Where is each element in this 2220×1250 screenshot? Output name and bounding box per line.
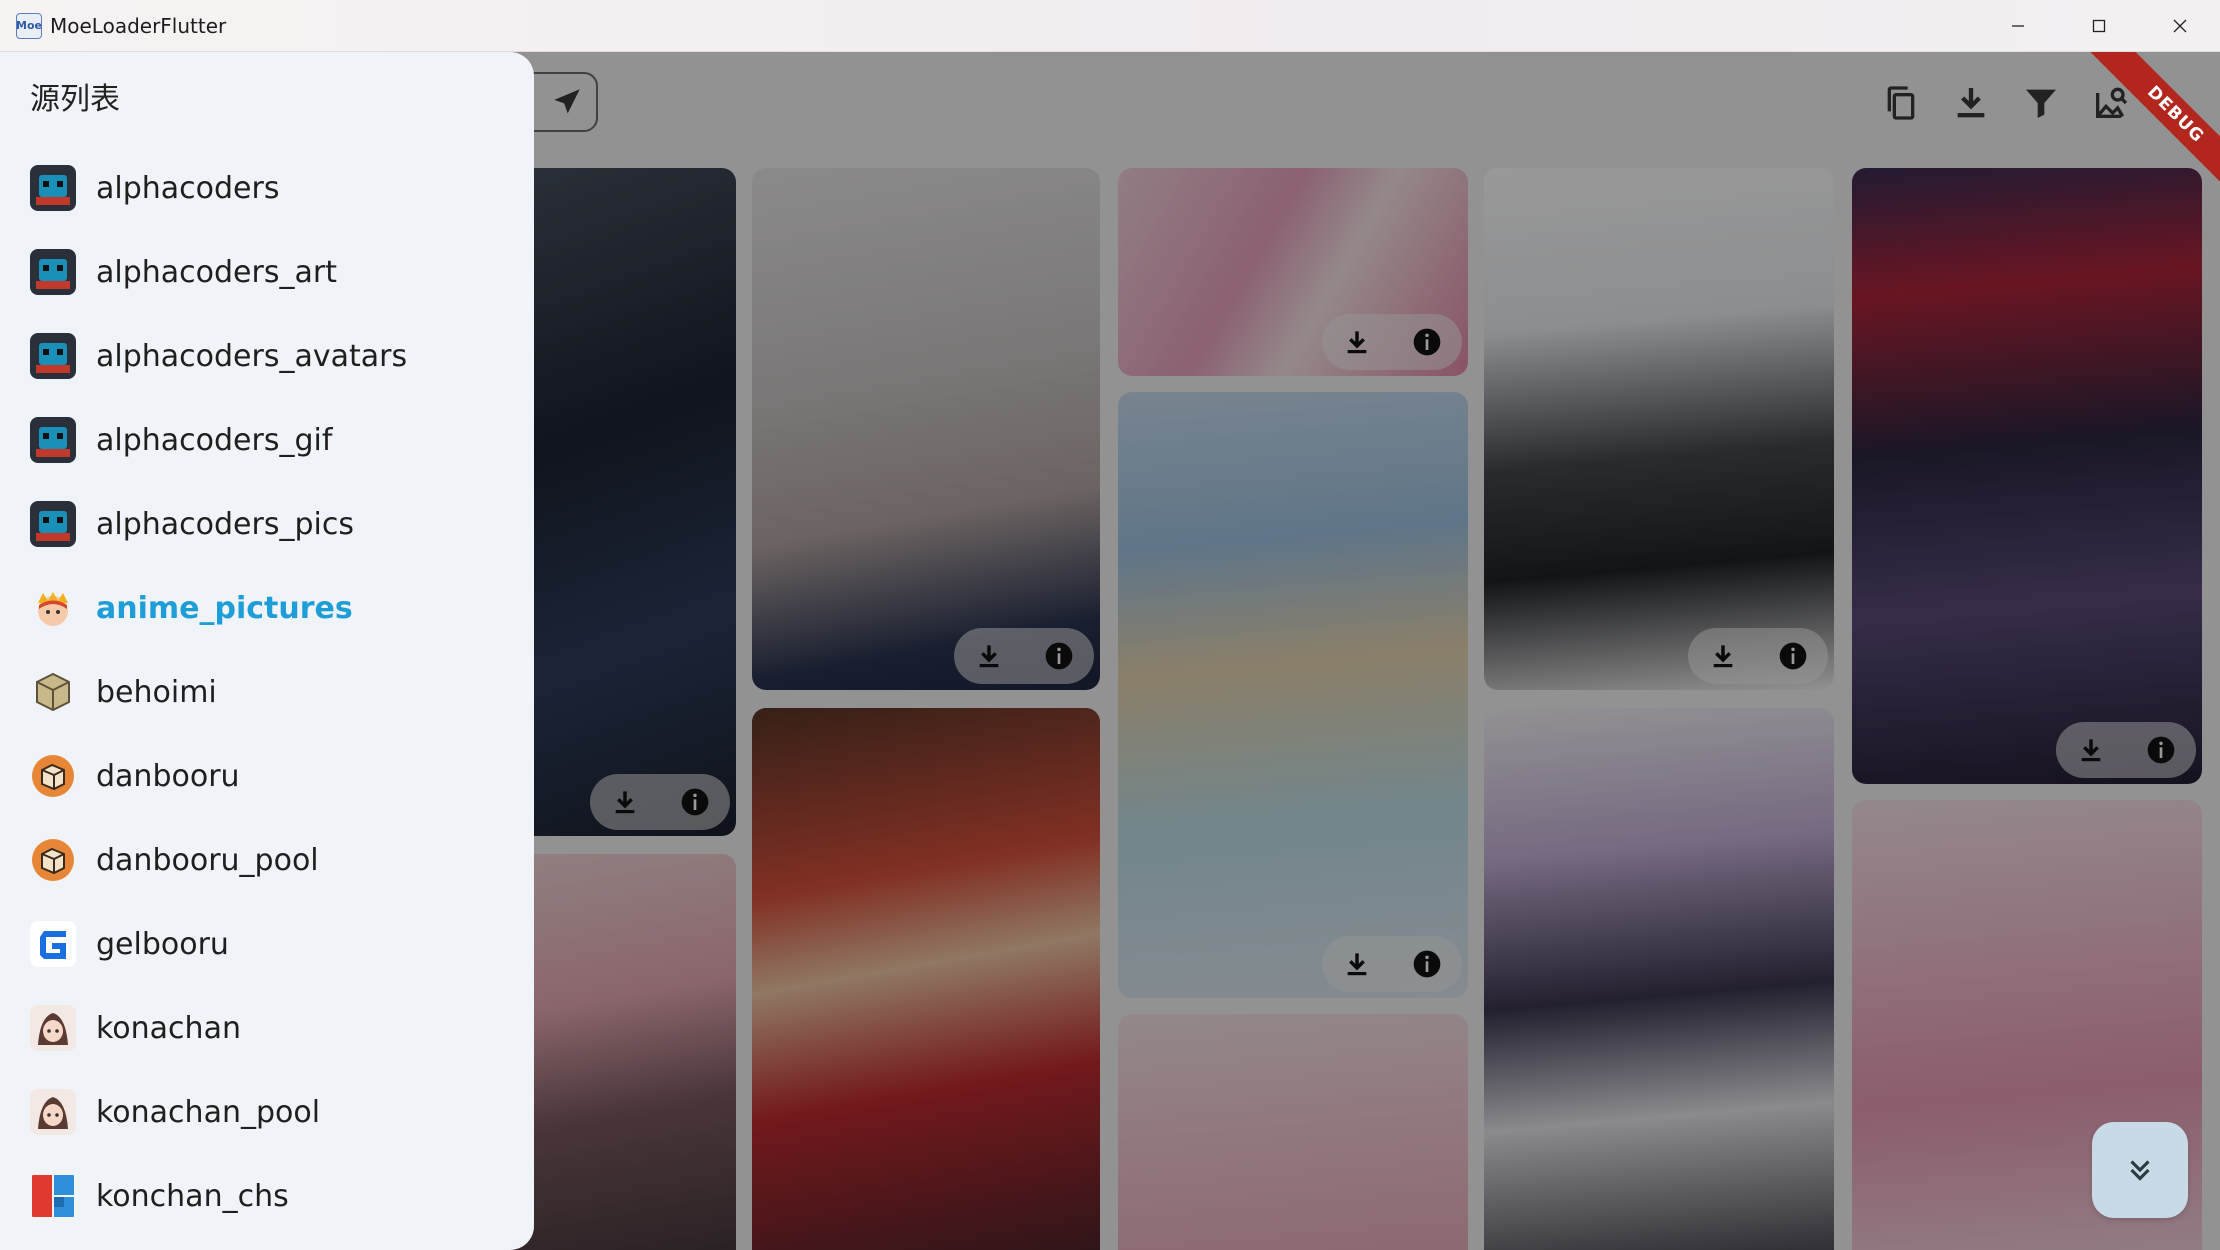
alphacoders-logo xyxy=(30,249,76,295)
source-item-alphacoders-art[interactable]: alphacoders_art xyxy=(0,230,534,314)
danbooru-logo xyxy=(30,837,76,883)
maximize-button[interactable] xyxy=(2058,0,2139,52)
source-item-danbooru[interactable]: danbooru xyxy=(0,734,534,818)
minimize-icon xyxy=(2011,24,2024,27)
source-item-label: gelbooru xyxy=(96,926,229,962)
source-item-label: alphacoders_pics xyxy=(96,506,354,542)
title-bar: Moe MoeLoaderFlutter xyxy=(0,0,2220,52)
source-item-label: konchan_chs xyxy=(96,1178,289,1214)
scroll-down-fab[interactable] xyxy=(2092,1122,2188,1218)
source-item-label: danbooru xyxy=(96,758,240,794)
source-item-gelbooru[interactable]: gelbooru xyxy=(0,902,534,986)
source-item-behoimi[interactable]: behoimi xyxy=(0,650,534,734)
window-title: MoeLoaderFlutter xyxy=(50,13,227,38)
drawer-title: 源列表 xyxy=(30,82,120,117)
alphacoders-logo xyxy=(30,501,76,547)
close-icon xyxy=(2173,19,2186,32)
alphacoders-logo xyxy=(30,417,76,463)
danbooru-logo xyxy=(30,753,76,799)
behoimi-logo xyxy=(30,669,76,715)
source-item-anime-pictures[interactable]: anime_pictures xyxy=(0,566,534,650)
alphacoders-logo xyxy=(30,165,76,211)
source-item-label: alphacoders_art xyxy=(96,254,337,290)
source-item-alphacoders-pics[interactable]: alphacoders_pics xyxy=(0,482,534,566)
source-list: alphacoders alphacoders_art alphacoders_… xyxy=(0,146,534,1238)
konachan-logo xyxy=(30,1005,76,1051)
alphacoders-logo xyxy=(30,333,76,379)
source-item-alphacoders[interactable]: alphacoders xyxy=(0,146,534,230)
anime-pictures-logo xyxy=(30,585,76,631)
konchan-chs-logo xyxy=(30,1173,76,1219)
maximize-icon xyxy=(2092,19,2105,32)
close-button[interactable] xyxy=(2139,0,2220,52)
source-item-alphacoders-gif[interactable]: alphacoders_gif xyxy=(0,398,534,482)
source-item-konachan-pool[interactable]: konachan_pool xyxy=(0,1070,534,1154)
source-item-alphacoders-avatars[interactable]: alphacoders_avatars xyxy=(0,314,534,398)
gelbooru-logo xyxy=(30,921,76,967)
source-item-label: behoimi xyxy=(96,674,217,710)
source-item-label: alphacoders_gif xyxy=(96,422,333,458)
source-item-label: konachan_pool xyxy=(96,1094,321,1130)
source-item-konchan-chs[interactable]: konchan_chs xyxy=(0,1154,534,1238)
source-item-label: konachan xyxy=(96,1010,241,1046)
source-item-label: alphacoders xyxy=(96,170,280,206)
source-drawer: 源列表 alphacoders alphacoders_art alphacod… xyxy=(0,52,534,1250)
source-item-konachan[interactable]: konachan xyxy=(0,986,534,1070)
source-item-label: danbooru_pool xyxy=(96,842,319,878)
source-item-label: alphacoders_avatars xyxy=(96,338,408,374)
konachan-logo xyxy=(30,1089,76,1135)
double-chevron-down-icon xyxy=(2130,1160,2150,1181)
source-item-danbooru-pool[interactable]: danbooru_pool xyxy=(0,818,534,902)
app-icon: Moe xyxy=(16,12,42,39)
minimize-button[interactable] xyxy=(1977,0,2058,52)
source-item-label: anime_pictures xyxy=(96,590,353,626)
